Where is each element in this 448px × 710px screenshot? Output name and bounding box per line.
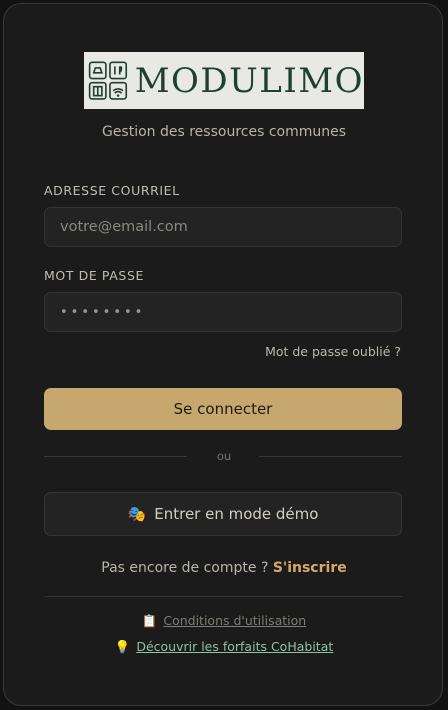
clipboard-icon: 📋 (141, 613, 158, 628)
divider-line-right (259, 456, 402, 457)
password-field[interactable]: •••••••• (44, 292, 402, 332)
plans-label: Découvrir les forfaits CoHabitat (136, 639, 334, 654)
building-services-grid-icon (88, 60, 128, 100)
email-label: ADRESSE COURRIEL (44, 183, 180, 198)
password-value: •••••••• (60, 304, 146, 320)
terms-label: Conditions d'utilisation (163, 613, 307, 628)
login-button-label: Se connecter (173, 400, 273, 418)
demo-mode-button[interactable]: 🎭 Entrer en mode démo (44, 492, 402, 536)
footer-separator (44, 596, 402, 597)
login-card: MODULIMO Gestion des ressources communes… (3, 3, 443, 706)
brand-wordmark: MODULIMO (134, 60, 364, 101)
email-placeholder: votre@email.com (60, 219, 188, 235)
email-field[interactable]: votre@email.com (44, 207, 402, 247)
brand-logo: MODULIMO (84, 52, 364, 109)
signup-link[interactable]: S'inscrire (273, 560, 347, 576)
terms-link[interactable]: 📋 Conditions d'utilisation (4, 613, 444, 629)
forgot-password-link[interactable]: Mot de passe oublié ? (265, 344, 401, 359)
signup-text: Pas encore de compte ? (101, 560, 269, 576)
tagline: Gestion des ressources communes (101, 124, 347, 140)
signup-prompt: Pas encore de compte ? S'inscrire (4, 560, 444, 576)
password-label: MOT DE PASSE (44, 268, 144, 283)
plans-link[interactable]: 💡 Découvrir les forfaits CoHabitat (4, 639, 444, 655)
demo-mode-label: Entrer en mode démo (154, 505, 319, 523)
lightbulb-icon: 💡 (114, 639, 131, 654)
theater-masks-icon: 🎭 (127, 505, 147, 523)
login-button[interactable]: Se connecter (44, 388, 402, 430)
